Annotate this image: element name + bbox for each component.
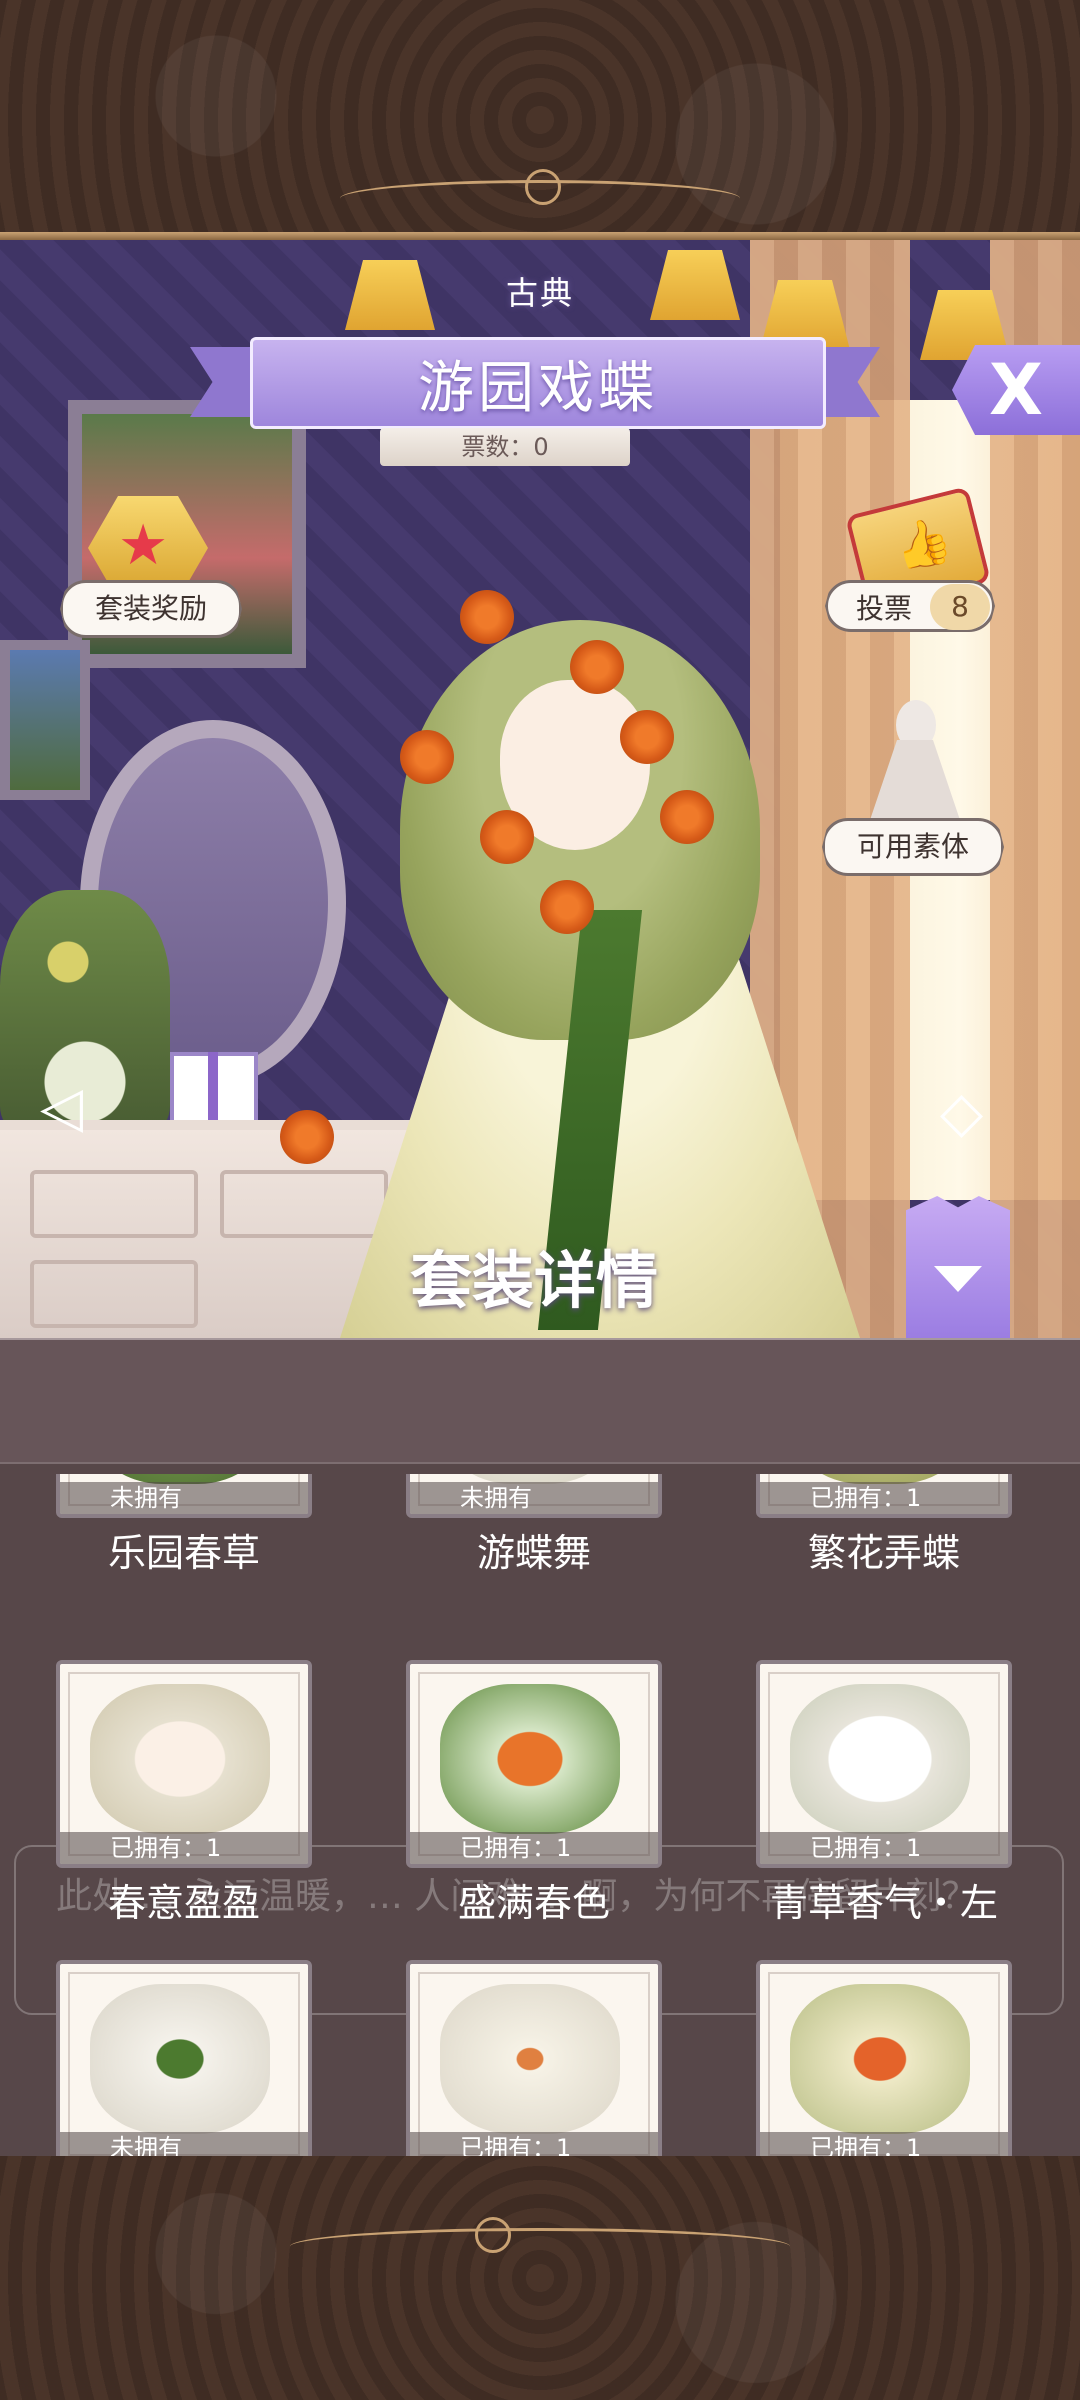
item-name: 春意盈盈 [107, 1881, 260, 1925]
rose-decoration [280, 1110, 334, 1164]
item-owned-count: 已拥有：1 [410, 1832, 658, 1864]
banner-body: 游园戏蝶 [250, 337, 826, 429]
item-art [790, 1684, 970, 1834]
item-thumbnail: 已拥有：1 [756, 1960, 1012, 2156]
bottom-wood-frame [0, 2156, 1080, 2400]
item-thumbnail: 已拥有：1 [756, 1474, 1012, 1518]
item-thumbnail: 未拥有 [406, 1474, 662, 1518]
arrow-right-icon[interactable]: ◇ [940, 1080, 1020, 1145]
item-thumbnail: 已拥有：1 [406, 1960, 662, 2156]
item-owned-count: 已拥有：1 [60, 1832, 308, 1864]
close-icon: X [989, 349, 1043, 431]
wall-painting [0, 640, 90, 800]
collapse-button[interactable] [906, 1196, 1010, 1338]
votes-count: 票数：0 [380, 428, 630, 466]
title-banner: 游园戏蝶 [190, 325, 880, 435]
item-art [90, 1984, 270, 2134]
set-title: 游园戏蝶 [418, 355, 658, 421]
set-reward-button[interactable]: 套装奖励 [60, 580, 242, 638]
rose-decoration [480, 810, 534, 864]
top-frame-border [0, 232, 1080, 240]
rose-decoration [540, 880, 594, 934]
item-thumbnail: 已拥有：1 [406, 1660, 662, 1868]
item-owned-count: 已拥有：1 [760, 2132, 1008, 2156]
star-icon: ★ [118, 513, 169, 578]
item-owned-count: 未拥有 [60, 1482, 308, 1514]
bottom-ornament [290, 2217, 790, 2265]
item-name: 繁花弄蝶 [807, 1531, 960, 1575]
top-ornament [340, 169, 740, 217]
item-thumbnail: 已拥有：1 [56, 1660, 312, 1868]
item-grid: 未拥有 乐园春草 未拥有 游蝶舞 已拥有：1 繁花弄蝶 已拥有：1 春意盈盈 已… [56, 1474, 1016, 2156]
close-button[interactable]: X [952, 345, 1080, 435]
item-owned-count: 未拥有 [410, 1482, 658, 1514]
item-name: 青草香气・左 [769, 1881, 998, 1925]
item-thumbnail: 未拥有 [56, 1960, 312, 2156]
rose-decoration [620, 710, 674, 764]
vote-label: 投票 [856, 592, 913, 625]
available-body-button[interactable]: 可用素体 [822, 818, 1004, 876]
thumbs-up-icon: 👍 [888, 510, 957, 577]
mannequin-body [870, 740, 960, 820]
arrow-left-icon[interactable]: ◁ [40, 1075, 120, 1140]
rose-decoration [660, 790, 714, 844]
item-name: 游蝶舞 [476, 1531, 591, 1575]
item-owned-count: 已拥有：1 [760, 1482, 1008, 1514]
overlay-header-band [0, 1338, 1080, 1464]
item-art [440, 1684, 620, 1834]
rose-decoration [400, 730, 454, 784]
rose-decoration [570, 640, 624, 694]
item-name: 盛满春色 [457, 1881, 610, 1925]
top-wood-frame [0, 0, 1080, 240]
item-art [790, 1984, 970, 2134]
character-model[interactable] [280, 550, 860, 1338]
set-details-title: 套装详情 [410, 1244, 659, 1317]
rose-decoration [460, 590, 514, 644]
item-owned-count: 未拥有 [60, 2132, 308, 2156]
lamp [650, 250, 740, 320]
item-thumbnail: 已拥有：1 [756, 1660, 1012, 1868]
item-thumbnail: 未拥有 [56, 1474, 312, 1518]
mannequin-icon[interactable] [870, 700, 960, 820]
category-label: 古典 [505, 274, 574, 312]
gift-box [170, 1052, 258, 1130]
lamp [345, 260, 435, 330]
vote-count-badge: 8 [930, 584, 990, 630]
item-owned-count: 已拥有：1 [760, 1832, 1008, 1864]
item-art [440, 1984, 620, 2134]
item-owned-count: 已拥有：1 [410, 2132, 658, 2156]
item-art [90, 1684, 270, 1834]
item-name: 乐园春草 [107, 1531, 260, 1575]
drawer [30, 1170, 198, 1238]
drawer [30, 1260, 198, 1328]
